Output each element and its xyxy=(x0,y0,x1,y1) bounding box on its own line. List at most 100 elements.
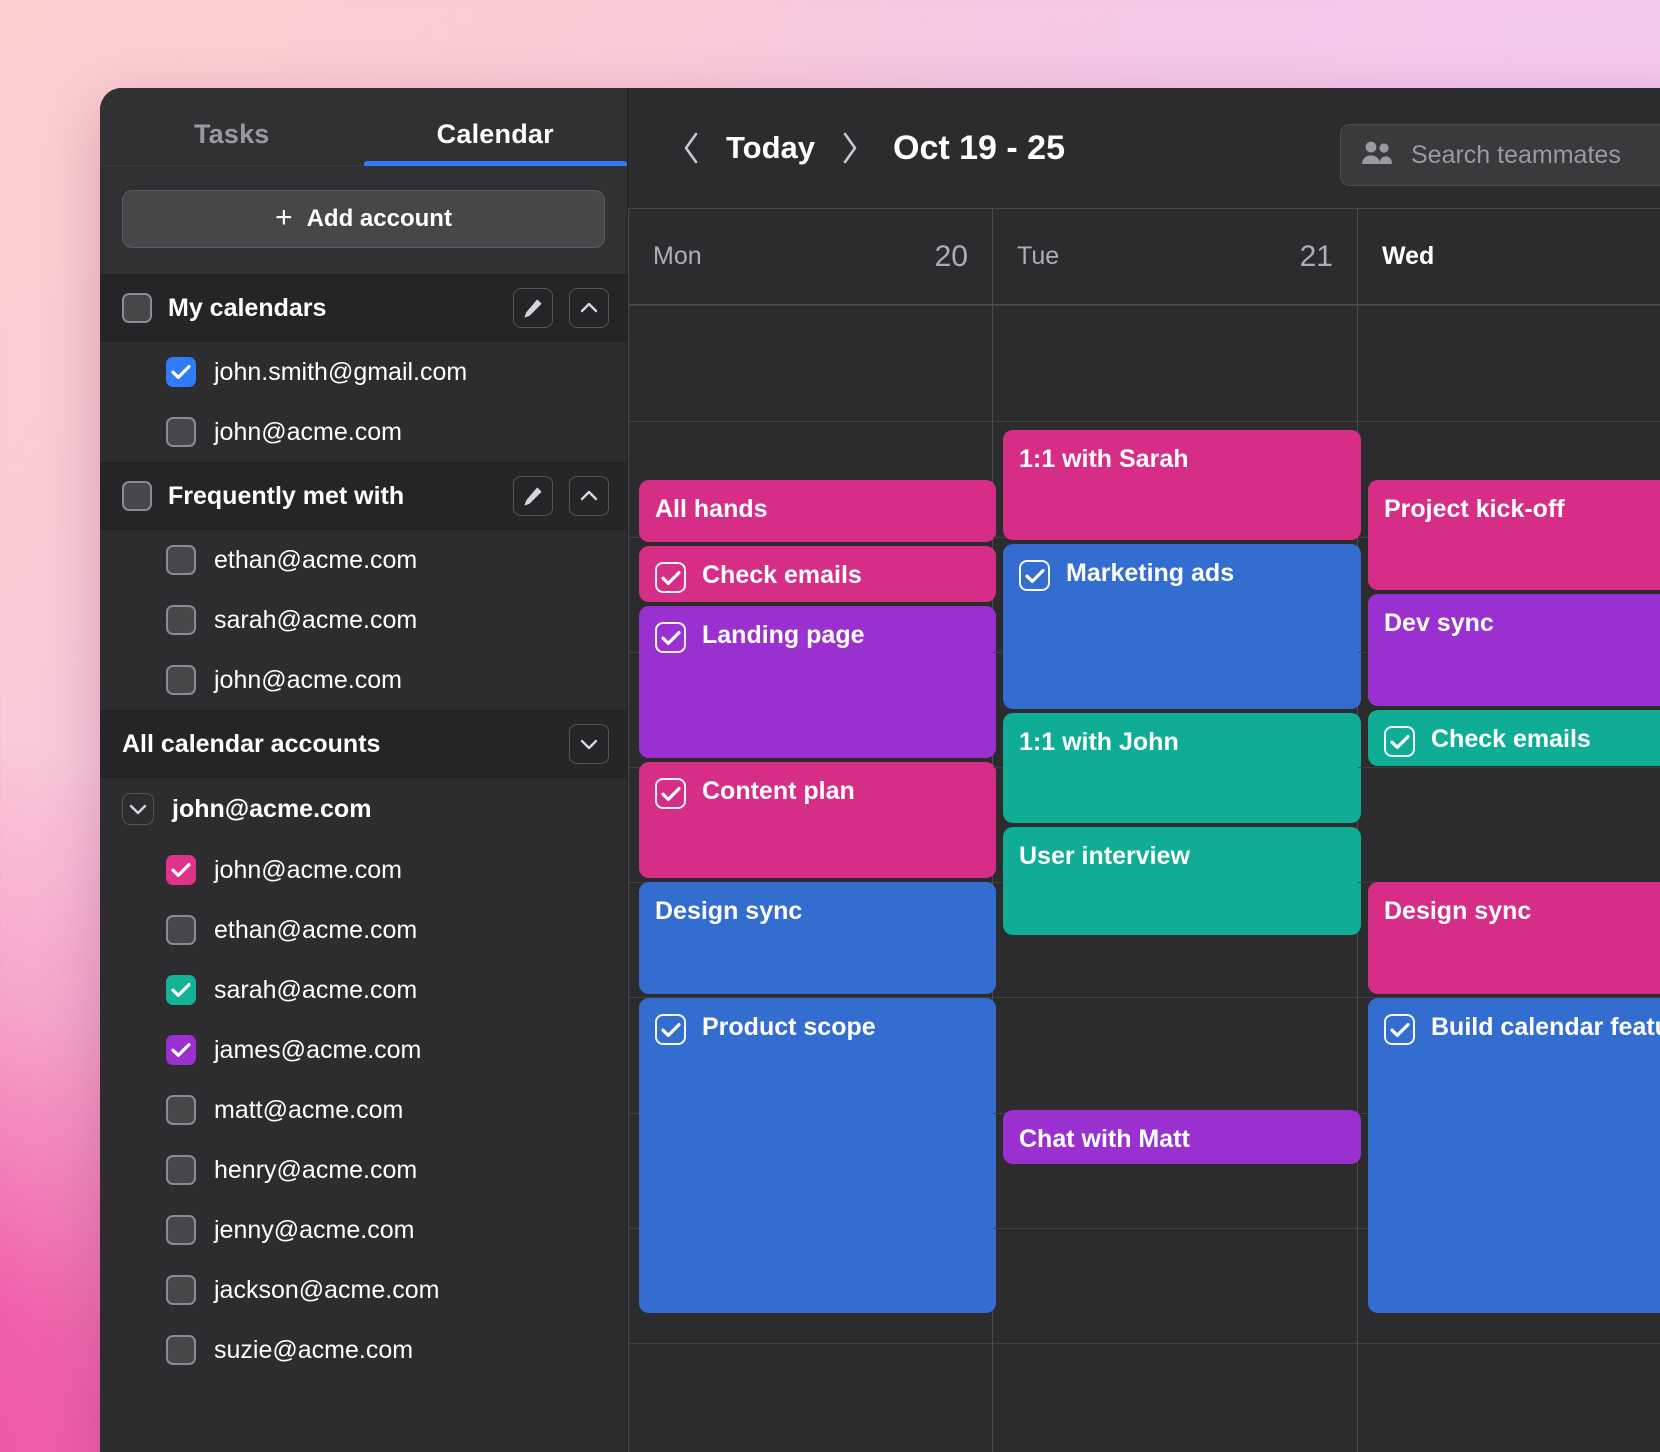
event-title: 1:1 with Sarah xyxy=(1019,444,1189,475)
event-checkbox-icon[interactable] xyxy=(655,622,686,653)
calendar-account-label: sarah@acme.com xyxy=(214,976,417,1005)
calendar-event[interactable]: All hands xyxy=(639,480,996,542)
sidebar: Tasks Calendar + Add account My calendar… xyxy=(100,88,628,1452)
calendar-group-header[interactable]: My calendars xyxy=(100,274,627,342)
event-title: Check emails xyxy=(1431,724,1591,755)
search-placeholder-label: Search teammates xyxy=(1411,141,1621,170)
calendar-account-row[interactable]: matt@acme.com xyxy=(100,1080,627,1140)
calendar-account-row[interactable]: john@acme.com xyxy=(100,840,627,900)
tab-tasks[interactable]: Tasks xyxy=(100,119,364,166)
calendar-events-layer: Project kick-off Dev sync Check emails Desi… xyxy=(1358,305,1660,1452)
calendar-group-checkbox[interactable] xyxy=(122,481,152,511)
calendar-event[interactable]: 1:1 with John xyxy=(1003,713,1361,823)
calendar-account-checkbox[interactable] xyxy=(166,855,196,885)
calendar-account-checkbox[interactable] xyxy=(166,417,196,447)
calendar-event[interactable]: Check emails xyxy=(639,546,996,602)
calendar-event[interactable]: Content plan xyxy=(639,762,996,878)
calendar-account-row[interactable]: jackson@acme.com xyxy=(100,1260,627,1320)
calendar-group-checkbox[interactable] xyxy=(122,293,152,323)
calendar-header: Today Oct 19 - 25 Search teammates xyxy=(628,88,1660,208)
calendar-account-label: james@acme.com xyxy=(214,1036,421,1065)
calendar-day-column: Tue21 1:1 with Sarah Marketing ads1:1 with… xyxy=(993,209,1358,1452)
calendar-account-row[interactable]: sarah@acme.com xyxy=(100,960,627,1020)
calendar-account-row[interactable]: sarah@acme.com xyxy=(100,590,627,650)
calendar-day-header[interactable]: Mon20 xyxy=(629,209,992,305)
event-title: Design sync xyxy=(1384,896,1531,927)
edit-pencil-icon[interactable] xyxy=(513,288,553,328)
all-calendar-accounts-title: All calendar accounts xyxy=(122,730,553,759)
chevron-up-icon[interactable] xyxy=(569,288,609,328)
event-checkbox-icon[interactable] xyxy=(1384,726,1415,757)
event-title: Dev sync xyxy=(1384,608,1494,639)
tab-calendar[interactable]: Calendar xyxy=(364,119,628,166)
calendar-day-column: Wed Project kick-off Dev sync Check emails D… xyxy=(1358,209,1660,1452)
calendar-account-row[interactable]: ethan@acme.com xyxy=(100,530,627,590)
today-button[interactable]: Today xyxy=(712,130,829,166)
calendar-account-row[interactable]: ethan@acme.com xyxy=(100,900,627,960)
event-checkbox-icon[interactable] xyxy=(655,562,686,593)
calendar-event[interactable]: Check emails xyxy=(1368,710,1660,766)
account-parent-row[interactable]: john@acme.com xyxy=(100,778,627,840)
all-calendar-accounts-header[interactable]: All calendar accounts xyxy=(100,710,627,778)
calendar-event[interactable]: Chat with Matt xyxy=(1003,1110,1361,1164)
edit-pencil-icon[interactable] xyxy=(513,476,553,516)
calendar-event[interactable]: Design sync xyxy=(1368,882,1660,994)
event-checkbox-icon[interactable] xyxy=(655,1014,686,1045)
calendar-account-checkbox[interactable] xyxy=(166,1335,196,1365)
calendar-day-header[interactable]: Tue21 xyxy=(993,209,1357,305)
calendar-account-row[interactable]: jenny@acme.com xyxy=(100,1200,627,1260)
chevron-down-icon[interactable] xyxy=(122,793,154,825)
calendar-account-label: john@acme.com xyxy=(214,666,402,695)
calendar-event[interactable]: Product scope xyxy=(639,998,996,1313)
calendar-account-checkbox[interactable] xyxy=(166,1035,196,1065)
calendar-event[interactable]: Marketing ads xyxy=(1003,544,1361,709)
calendar-account-checkbox[interactable] xyxy=(166,1155,196,1185)
calendar-account-checkbox[interactable] xyxy=(166,357,196,387)
event-title: Landing page xyxy=(702,620,865,651)
search-teammates-input[interactable]: Search teammates xyxy=(1340,124,1660,186)
calendar-account-checkbox[interactable] xyxy=(166,1275,196,1305)
calendar-account-row[interactable]: john.smith@gmail.com xyxy=(100,342,627,402)
chevron-up-icon[interactable] xyxy=(569,476,609,516)
calendar-group-header[interactable]: Frequently met with xyxy=(100,462,627,530)
event-title: Design sync xyxy=(655,896,802,927)
calendar-account-checkbox[interactable] xyxy=(166,1215,196,1245)
calendar-account-row[interactable]: suzie@acme.com xyxy=(100,1320,627,1380)
calendar-account-checkbox[interactable] xyxy=(166,665,196,695)
calendar-account-label: jenny@acme.com xyxy=(214,1216,414,1245)
calendar-day-header[interactable]: Wed xyxy=(1358,209,1660,305)
event-title: User interview xyxy=(1019,841,1190,872)
calendar-account-label: suzie@acme.com xyxy=(214,1336,413,1365)
event-title: Chat with Matt xyxy=(1019,1124,1190,1155)
calendar-event[interactable]: Landing page xyxy=(639,606,996,758)
calendar-event[interactable]: 1:1 with Sarah xyxy=(1003,430,1361,540)
calendar-account-checkbox[interactable] xyxy=(166,605,196,635)
calendar-event[interactable]: Build calendar feature xyxy=(1368,998,1660,1313)
add-account-button[interactable]: + Add account xyxy=(122,190,605,248)
calendar-event[interactable]: Project kick-off xyxy=(1368,480,1660,590)
event-checkbox-icon[interactable] xyxy=(1384,1014,1415,1045)
event-checkbox-icon[interactable] xyxy=(655,778,686,809)
calendar-account-row[interactable]: henry@acme.com xyxy=(100,1140,627,1200)
event-title: Project kick-off xyxy=(1384,494,1565,525)
calendar-account-checkbox[interactable] xyxy=(166,915,196,945)
calendar-account-checkbox[interactable] xyxy=(166,975,196,1005)
calendar-account-label: sarah@acme.com xyxy=(214,606,417,635)
calendar-main: Today Oct 19 - 25 Search teammates xyxy=(628,88,1660,1452)
add-account-label: Add account xyxy=(307,205,452,233)
calendar-account-row[interactable]: john@acme.com xyxy=(100,402,627,462)
chevron-down-icon[interactable] xyxy=(569,724,609,764)
calendar-account-checkbox[interactable] xyxy=(166,545,196,575)
tab-tasks-label: Tasks xyxy=(194,119,270,149)
calendar-account-row[interactable]: james@acme.com xyxy=(100,1020,627,1080)
calendar-account-checkbox[interactable] xyxy=(166,1095,196,1125)
app-window: Tasks Calendar + Add account My calendar… xyxy=(100,88,1660,1452)
event-checkbox-icon[interactable] xyxy=(1019,560,1050,591)
next-week-button[interactable] xyxy=(829,127,871,169)
calendar-account-row[interactable]: john@acme.com xyxy=(100,650,627,710)
prev-week-button[interactable] xyxy=(670,127,712,169)
sidebar-list[interactable]: My calendarsjohn.smith@gmail.comjohn@acm… xyxy=(100,274,627,1452)
calendar-event[interactable]: Design sync xyxy=(639,882,996,994)
calendar-event[interactable]: Dev sync xyxy=(1368,594,1660,706)
calendar-event[interactable]: User interview xyxy=(1003,827,1361,935)
